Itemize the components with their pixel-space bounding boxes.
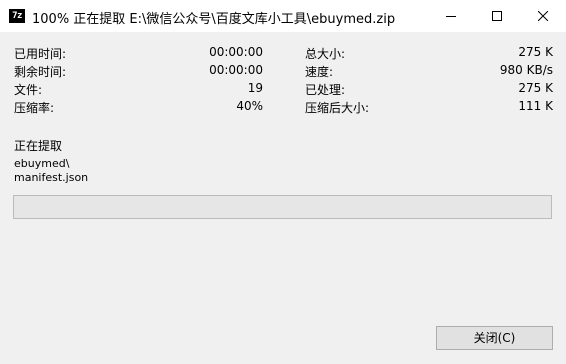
- current-folder-path: ebuymed\: [14, 157, 70, 170]
- total-size-label: 总大小:: [305, 47, 346, 61]
- files-value: 19: [247, 81, 263, 95]
- speed-value: 980 KB/s: [499, 63, 553, 77]
- files-label: 文件:: [14, 83, 43, 97]
- processed-value: 275 K: [518, 81, 553, 95]
- minimize-button[interactable]: [428, 0, 474, 32]
- title-bar: 7z 100% 正在提取 E:\微信公众号\百度文库小工具\ebuymed.zi…: [0, 0, 566, 32]
- maximize-button[interactable]: [474, 0, 520, 32]
- processed-label: 已处理:: [305, 83, 346, 97]
- compressed-size-label: 压缩后大小:: [305, 101, 370, 115]
- window-title: 100% 正在提取 E:\微信公众号\百度文库小工具\ebuymed.zip: [32, 12, 396, 27]
- compressed-size-value: 111 K: [518, 99, 553, 113]
- close-button[interactable]: 关闭(C): [436, 326, 553, 350]
- current-operation-heading: 正在提取: [14, 139, 63, 153]
- minimize-icon: [446, 16, 456, 17]
- extraction-progress-bar: [13, 195, 552, 219]
- compression-ratio-value: 40%: [236, 99, 263, 113]
- speed-label: 速度:: [305, 65, 334, 79]
- maximize-icon: [492, 11, 502, 21]
- elapsed-time-label: 已用时间:: [14, 47, 67, 61]
- current-file-name: manifest.json: [14, 171, 89, 184]
- total-size-value: 275 K: [518, 45, 553, 59]
- compression-ratio-label: 压缩率:: [14, 101, 55, 115]
- elapsed-time-value: 00:00:00: [209, 45, 263, 59]
- close-icon: [538, 11, 548, 21]
- window-close-button[interactable]: [520, 0, 566, 32]
- remaining-time-value: 00:00:00: [209, 63, 263, 77]
- remaining-time-label: 剩余时间:: [14, 65, 67, 79]
- 7zip-app-icon: 7z: [9, 9, 25, 23]
